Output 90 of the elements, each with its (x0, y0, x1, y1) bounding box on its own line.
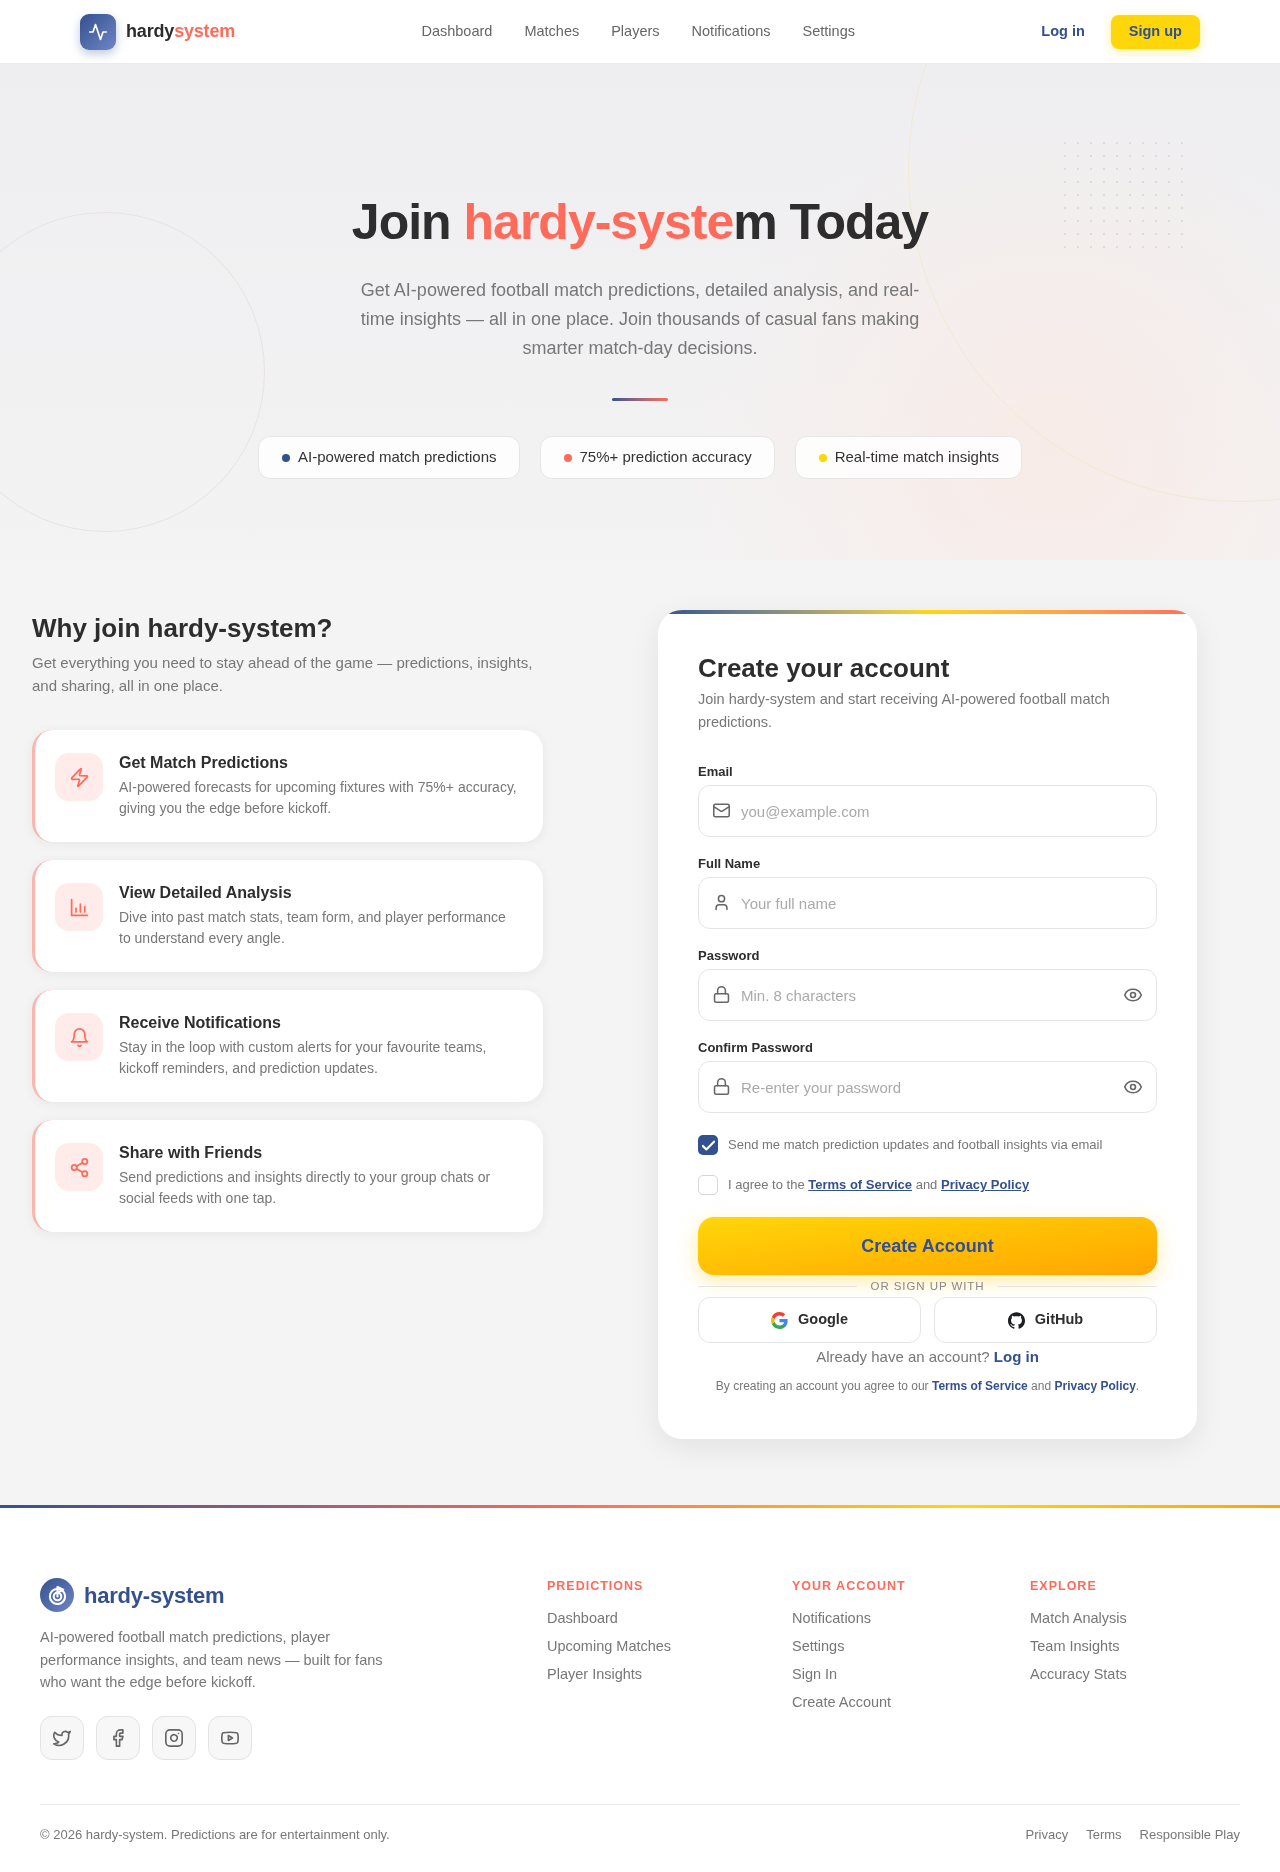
footer-link[interactable]: Settings (792, 1635, 845, 1657)
section-title: Why join hardy-system? (32, 612, 334, 644)
signup-button[interactable]: Sign up (1110, 14, 1200, 49)
login-link[interactable]: Log in (1041, 20, 1085, 43)
person-icon (713, 894, 730, 911)
checkbox-label: Send me match prediction updates and football insights via email (728, 1136, 1103, 1154)
checkbox-label: I agree to the Terms of Service and Privacy Policy (728, 1176, 1030, 1194)
section-subtitle: Get everything you need to stay ahead of the game — predictions, insights, and sharing, all in one place. (32, 653, 534, 696)
pill-label: 75%+ prediction accuracy (579, 447, 752, 468)
form-subtitle: Join hardy-system and start receiving AI-powered football match predictions. (698, 690, 1111, 732)
nav-link[interactable]: Notifications (691, 20, 771, 43)
text-link[interactable]: Terms of Service (808, 1177, 913, 1192)
accent-line (612, 398, 668, 401)
hero-title: Join hardy-system Today (351, 193, 929, 252)
footer-link[interactable]: Team Insights (1030, 1635, 1120, 1657)
input-field[interactable]: Your full name (698, 877, 1157, 929)
logo-icon[interactable] (40, 1578, 74, 1612)
google-icon (771, 1311, 788, 1329)
lock-icon (713, 1078, 730, 1095)
bar-chart-icon (55, 883, 103, 931)
footer-link[interactable]: Create Account (792, 1691, 892, 1713)
footer-link[interactable]: Upcoming Matches (547, 1635, 672, 1657)
field-label: Email (698, 764, 734, 780)
footer-link[interactable]: Terms (1086, 1826, 1122, 1843)
pill-label: AI-powered match predictions (298, 447, 497, 468)
footer-link[interactable]: Privacy (1025, 1826, 1069, 1843)
benefit-title: Share with Friends (119, 1143, 264, 1163)
logo-icon[interactable] (80, 13, 116, 50)
input-field[interactable]: Re-enter your password (698, 1061, 1157, 1113)
column-heading: YOUR ACCOUNT (792, 1578, 907, 1594)
field-label: Full Name (698, 856, 762, 872)
column-heading: PREDICTIONS (547, 1578, 645, 1594)
divider-label: OR SIGN UP WITH (870, 1279, 985, 1293)
footer-description: AI-powered football match predictions, player performance insights, and team news — built for fans who want the edge before kickoff. (40, 1628, 384, 1692)
text-link[interactable]: Privacy Policy (940, 1177, 1030, 1192)
legal-notice: By creating an account you agree to our Terms of Service and Privacy Policy. (714, 1378, 1141, 1395)
social-login-button[interactable]: GitHub (934, 1297, 1157, 1343)
text-link[interactable]: Privacy Policy (1054, 1379, 1136, 1393)
input-field[interactable]: you@example.com (698, 785, 1157, 837)
footer-link[interactable]: Accuracy Stats (1030, 1663, 1127, 1685)
footer-link[interactable]: Match Analysis (1030, 1607, 1127, 1629)
lock-icon (713, 986, 730, 1003)
eye-icon[interactable] (1124, 1079, 1142, 1095)
twitter-icon (53, 1728, 71, 1747)
benefit-description: Send predictions and insights directly to your group chats or social feeds with one tap. (119, 1168, 492, 1208)
benefit-title: View Detailed Analysis (119, 883, 293, 903)
share-icon (55, 1143, 103, 1191)
nav-link[interactable]: Settings (802, 20, 855, 43)
eye-icon[interactable] (1124, 987, 1142, 1003)
instagram-icon (165, 1728, 183, 1747)
lightning-icon (55, 753, 103, 801)
nav-link[interactable]: Matches (524, 20, 580, 43)
login-prompt: Already have an account? Log in (815, 1347, 1040, 1367)
benefit-title: Receive Notifications (119, 1013, 282, 1033)
create-account-button[interactable]: Create Account (698, 1217, 1157, 1275)
field-label: Password (698, 948, 761, 964)
nav-link[interactable]: Players (611, 20, 660, 43)
text-link[interactable]: Log in (993, 1348, 1039, 1365)
youtube-icon (221, 1728, 239, 1747)
nav-link[interactable]: Dashboard (421, 20, 493, 43)
social-button[interactable] (152, 1715, 196, 1760)
social-button[interactable] (208, 1715, 252, 1760)
brand-name[interactable]: hardysystem (126, 18, 236, 45)
checkbox[interactable] (698, 1175, 718, 1195)
footer-link[interactable]: Responsible Play (1139, 1826, 1240, 1843)
social-button[interactable] (96, 1715, 140, 1760)
copyright-text: © 2026 hardy-system. Predictions are for entertainment only. (40, 1826, 390, 1843)
footer-link[interactable]: Notifications (792, 1607, 871, 1629)
social-login-button[interactable]: Google (698, 1297, 921, 1343)
checkmark-icon (701, 1138, 715, 1152)
social-button[interactable] (40, 1715, 84, 1760)
footer-link[interactable]: Player Insights (547, 1663, 643, 1685)
benefit-title: Get Match Predictions (119, 753, 289, 773)
pill-label: Real-time match insights (834, 447, 999, 468)
bell-icon (55, 1013, 103, 1061)
footer-link[interactable]: Sign In (792, 1663, 838, 1685)
hero-subtitle: Get AI-powered football match predictions, detailed analysis, and real-time insights — all in one place. Join thousands of casual fans making smarter match-day decisions. (359, 279, 921, 360)
footer-link[interactable]: Dashboard (547, 1607, 618, 1629)
text-link[interactable]: Terms of Service (931, 1379, 1028, 1393)
column-heading: EXPLORE (1030, 1578, 1098, 1594)
checkbox[interactable] (698, 1135, 718, 1155)
mail-icon (713, 802, 730, 819)
benefit-description: Stay in the loop with custom alerts for your favourite teams, kickoff reminders, and prediction updates. (119, 1038, 488, 1078)
input-field[interactable]: Min. 8 characters (698, 969, 1157, 1021)
brand-name[interactable]: hardy-system (84, 1578, 225, 1612)
benefit-description: Dive into past match stats, team form, and player performance to understand every angle. (119, 908, 507, 948)
benefit-description: AI-powered forecasts for upcoming fixtures with 75%+ accuracy, giving you the edge before kickoff. (119, 778, 518, 818)
form-title: Create your account (698, 652, 951, 684)
github-icon (1007, 1311, 1025, 1329)
field-label: Confirm Password (698, 1040, 814, 1056)
